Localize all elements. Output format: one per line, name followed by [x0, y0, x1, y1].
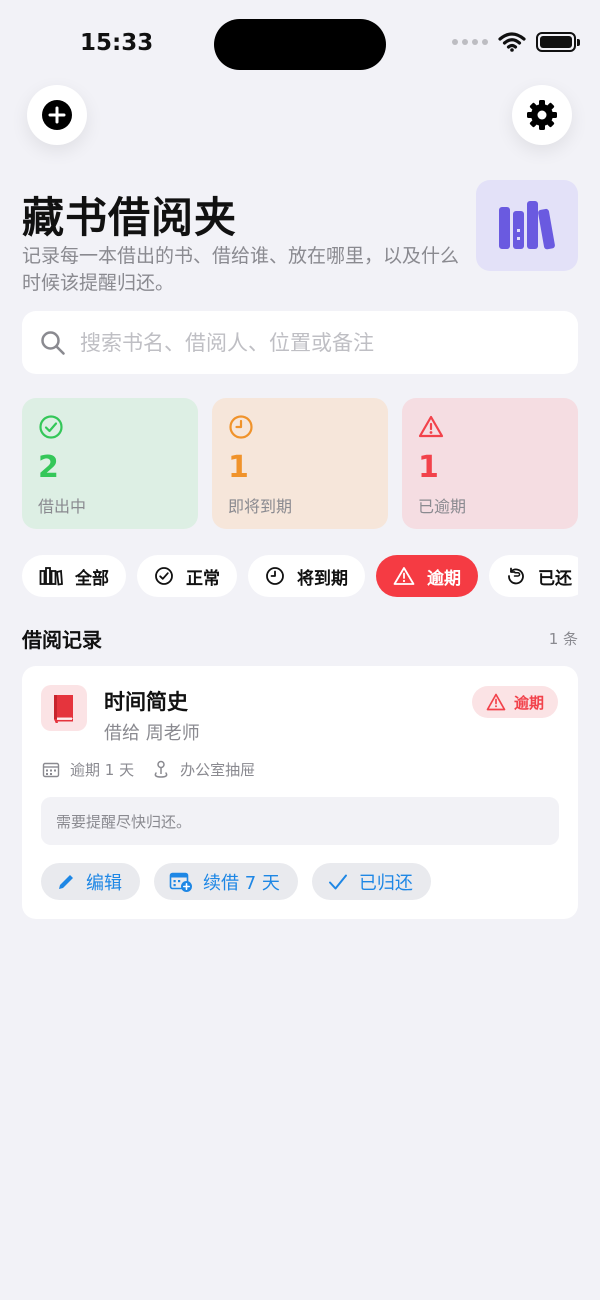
checkmark-icon	[328, 874, 347, 889]
stats-row: 2 借出中 1 即将到期 1 已逾期	[22, 398, 578, 529]
calendar-add-icon	[169, 872, 192, 892]
warning-icon	[418, 415, 444, 438]
filter-chip-overdue[interactable]: 逾期	[376, 555, 478, 597]
clock-icon	[229, 415, 253, 439]
books-hero	[476, 180, 578, 271]
add-record-button[interactable]	[27, 85, 87, 145]
warning-icon	[393, 567, 415, 585]
edit-button-label: 编辑	[86, 872, 122, 894]
status-icons	[452, 32, 580, 52]
cellular-icon	[452, 39, 488, 45]
dynamic-island	[214, 19, 386, 70]
battery-icon	[536, 32, 580, 52]
return-icon	[508, 567, 524, 585]
record-note: 需要提醒尽快归还。	[41, 797, 559, 845]
record-card[interactable]: 时间简史 借给 周老师 逾期 逾期 1 天 办公室抽屉 需要提醒尽快归还。 编辑…	[22, 666, 578, 919]
due-status: 逾期 1 天	[70, 761, 135, 779]
location: 办公室抽屉	[180, 761, 256, 779]
app-screen: 15:33 藏书借阅夹 记录每一本借出的书、借给谁、放在哪里，以及什么时候该提醒…	[0, 0, 600, 1300]
mark-returned-button[interactable]: 已归还	[311, 863, 431, 900]
plus-circle-icon	[42, 100, 72, 130]
page-title: 藏书借阅夹	[22, 193, 238, 242]
warning-icon	[486, 693, 506, 711]
stat-value: 1	[228, 450, 249, 485]
edit-button[interactable]: 编辑	[41, 863, 140, 900]
renew-button-label: 续借 7 天	[203, 872, 280, 894]
filter-chip-label: 已还	[538, 568, 572, 589]
stat-value: 1	[418, 450, 439, 485]
record-meta: 逾期 1 天 办公室抽屉	[42, 759, 255, 780]
filter-chip-normal[interactable]: 正常	[137, 555, 237, 597]
page-subtitle: 记录每一本借出的书、借给谁、放在哪里，以及什么时候该提醒归还。	[22, 245, 460, 294]
filter-chip-label: 全部	[75, 568, 109, 589]
location-pin-icon	[154, 760, 168, 778]
stat-label: 借出中	[38, 497, 87, 516]
clock-icon	[266, 567, 284, 585]
filter-chip-all[interactable]: 全部	[22, 555, 126, 597]
filter-chip-due-soon[interactable]: 将到期	[248, 555, 365, 597]
book-icon	[54, 695, 73, 723]
check-circle-icon	[39, 415, 63, 439]
search-icon	[41, 330, 65, 355]
status-time: 15:33	[80, 30, 154, 56]
records-section-title: 借阅记录	[22, 628, 102, 652]
stat-label: 已逾期	[418, 497, 467, 516]
stat-card-overdue[interactable]: 1 已逾期	[402, 398, 578, 529]
stat-card-due-soon[interactable]: 1 即将到期	[212, 398, 388, 529]
record-actions: 编辑 续借 7 天 已归还	[41, 863, 431, 900]
filter-chip-label: 将到期	[297, 568, 348, 589]
filter-chip-label: 逾期	[427, 568, 461, 589]
filter-chips: 全部 正常 将到期 逾期 已还	[22, 555, 578, 597]
calendar-icon	[42, 762, 60, 778]
borrower-name: 借给 周老师	[104, 723, 200, 744]
wifi-icon	[498, 32, 526, 52]
books-icon	[499, 200, 555, 249]
gear-icon	[527, 100, 557, 130]
status-badge-label: 逾期	[513, 693, 544, 712]
filter-chip-returned[interactable]: 已还	[489, 555, 578, 597]
stat-label: 即将到期	[228, 497, 293, 516]
settings-button[interactable]	[512, 85, 572, 145]
mark-returned-button-label: 已归还	[358, 872, 413, 894]
search-input[interactable]	[80, 330, 550, 355]
renew-button[interactable]: 续借 7 天	[154, 863, 298, 900]
book-cover	[41, 685, 87, 731]
status-badge: 逾期	[471, 686, 558, 718]
stat-card-borrowed[interactable]: 2 借出中	[22, 398, 198, 529]
book-title: 时间简史	[104, 690, 188, 714]
search-bar[interactable]	[22, 311, 578, 374]
library-icon	[39, 567, 63, 586]
records-count: 1 条	[548, 630, 578, 648]
filter-chip-label: 正常	[186, 568, 220, 589]
stat-value: 2	[38, 450, 59, 485]
pencil-icon	[59, 874, 73, 889]
check-circle-icon	[155, 567, 173, 585]
